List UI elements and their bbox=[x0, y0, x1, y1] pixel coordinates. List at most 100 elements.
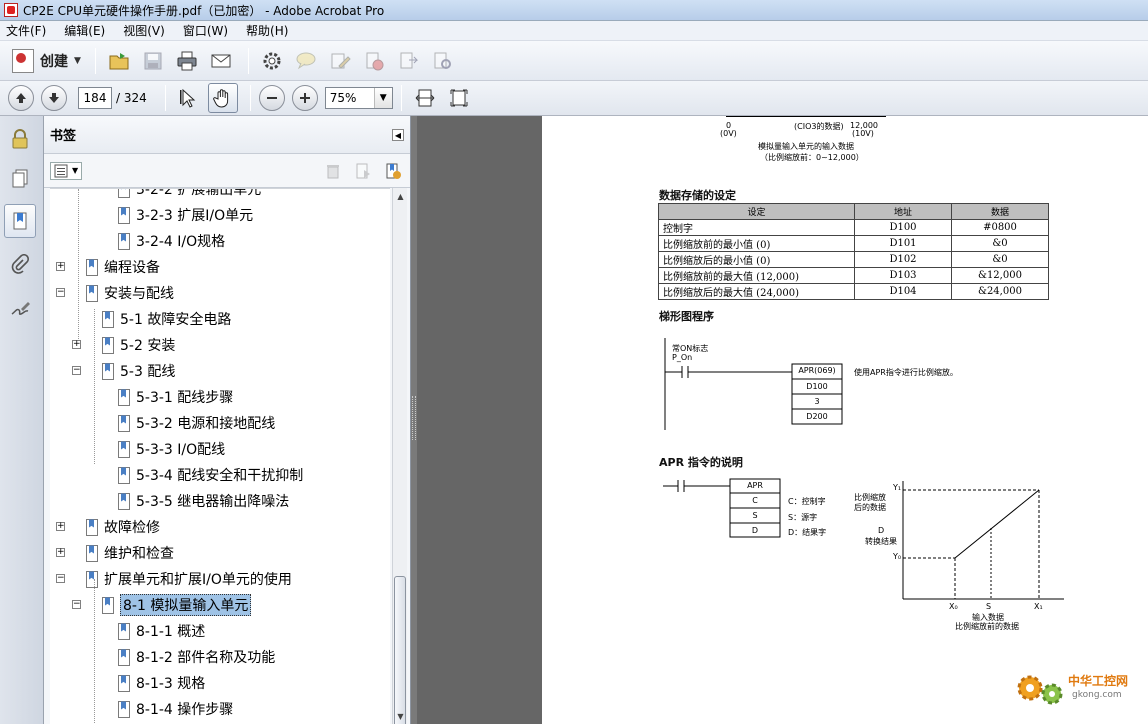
fit-page-button[interactable] bbox=[444, 83, 474, 113]
bookmark-item[interactable]: 5-3-3 I/O配线 bbox=[118, 437, 225, 461]
bookmark-label: 8-1-1 概述 bbox=[136, 624, 206, 640]
bookmark-item[interactable]: +5-2 安装 bbox=[72, 333, 176, 357]
bookmark-icon bbox=[118, 674, 130, 692]
bookmark-item[interactable]: 8-1-4 操作步骤 bbox=[118, 697, 233, 721]
pages-panel-button[interactable] bbox=[4, 162, 36, 196]
comment-button[interactable] bbox=[291, 46, 321, 76]
bookmark-label: 编程设备 bbox=[104, 260, 160, 276]
bookmark-item[interactable]: 3-2-4 I/O规格 bbox=[118, 229, 225, 253]
expand-toggle-icon[interactable]: + bbox=[56, 522, 65, 531]
ladder-op2: 3 bbox=[814, 397, 820, 406]
menu-help[interactable]: 帮助(H) bbox=[244, 21, 290, 40]
save-icon bbox=[144, 52, 162, 69]
chevron-down-icon[interactable]: ▼ bbox=[373, 88, 392, 108]
bookmark-item[interactable]: 5-3-2 电源和接地配线 bbox=[118, 411, 275, 435]
print-button[interactable] bbox=[172, 46, 202, 76]
zoom-out-button[interactable] bbox=[258, 85, 285, 111]
bookmark-item[interactable]: 5-1 故障安全电路 bbox=[102, 307, 231, 331]
hand-tool-button[interactable] bbox=[207, 83, 238, 113]
options-menu-button[interactable]: ▼ bbox=[50, 161, 83, 180]
table-header: 数据 bbox=[951, 203, 1049, 220]
main-toolbar: 创建 ▼ bbox=[0, 41, 1148, 81]
envelope-icon bbox=[211, 54, 231, 67]
open-button[interactable] bbox=[104, 46, 134, 76]
new-bookmark-from-structure-icon[interactable] bbox=[354, 162, 372, 180]
review-document-icon bbox=[434, 52, 451, 69]
bookmark-item[interactable]: 3-2-2 扩展输出单元 bbox=[118, 189, 261, 201]
collapse-panel-button[interactable]: ◀ bbox=[392, 129, 404, 141]
collapse-toggle-icon[interactable]: − bbox=[72, 600, 81, 609]
fit-width-button[interactable] bbox=[410, 83, 440, 113]
expand-toggle-icon[interactable]: + bbox=[56, 548, 65, 557]
collapse-toggle-icon[interactable]: − bbox=[56, 574, 65, 583]
data-storage-table: 设定 地址 数据 控制字 D100 #0800 比例缩放前的最小值 (0) D101 &0… bbox=[658, 203, 1049, 300]
bookmark-item[interactable]: + 维护和检查 bbox=[56, 541, 174, 565]
share-button[interactable] bbox=[393, 46, 423, 76]
review-button[interactable] bbox=[427, 46, 457, 76]
ladder-note: 使用APR指令进行比例缩放。 bbox=[854, 368, 958, 377]
bookmark-item[interactable]: 5-3-5 继电器输出降噪法 bbox=[118, 489, 289, 513]
next-page-button[interactable] bbox=[41, 85, 67, 111]
apr-row-d: D bbox=[751, 526, 759, 535]
bookmark-item[interactable]: 5-3-1 配线步骤 bbox=[118, 385, 233, 409]
menu-edit[interactable]: 编辑(E) bbox=[62, 21, 107, 40]
zoom-in-button[interactable] bbox=[291, 85, 318, 111]
bookmark-label: 5-2 安装 bbox=[120, 338, 176, 354]
document-view[interactable]: 0 (0V) (CIO3的数据) 12,000 (10V) 模拟量输入单元的输入… bbox=[417, 116, 1148, 724]
collapse-toggle-icon[interactable]: − bbox=[56, 288, 65, 297]
secure-button[interactable] bbox=[359, 46, 389, 76]
create-button[interactable]: 创建 ▼ bbox=[6, 46, 87, 76]
select-tool-button[interactable] bbox=[174, 83, 204, 113]
trash-icon[interactable] bbox=[324, 162, 342, 180]
security-panel-button[interactable] bbox=[4, 122, 36, 156]
navigation-toolbar: / 324 ▼ bbox=[0, 81, 1148, 116]
bookmark-item[interactable]: 8-1-2 部件名称及功能 bbox=[118, 645, 275, 669]
zoom-input[interactable] bbox=[325, 88, 374, 108]
create-label: 创建 bbox=[40, 53, 68, 70]
apr-legend-c: C：控制字 bbox=[788, 497, 826, 506]
bookmarks-panel-button[interactable] bbox=[4, 204, 36, 238]
email-button[interactable] bbox=[206, 46, 236, 76]
fit-page-icon bbox=[450, 89, 468, 107]
page-number-input[interactable] bbox=[78, 87, 112, 109]
save-button[interactable] bbox=[138, 46, 168, 76]
bookmark-icon bbox=[118, 440, 130, 458]
menu-file[interactable]: 文件(F) bbox=[4, 21, 48, 40]
previous-page-button[interactable] bbox=[8, 85, 34, 111]
bookmark-item[interactable]: 8-1-1 概述 bbox=[118, 619, 205, 643]
settings-button[interactable] bbox=[257, 46, 287, 76]
bookmark-item[interactable]: − 8-1 模拟量输入单元 bbox=[72, 593, 252, 617]
splitter-grip[interactable] bbox=[412, 396, 416, 440]
bookmark-item[interactable]: 5-3-4 配线安全和干扰抑制 bbox=[118, 463, 303, 487]
bookmark-icon bbox=[13, 212, 27, 230]
expand-toggle-icon[interactable]: + bbox=[56, 262, 65, 271]
menu-window[interactable]: 窗口(W) bbox=[181, 21, 230, 40]
expand-toggle-icon[interactable]: + bbox=[72, 340, 81, 349]
scroll-down-arrow[interactable]: ▼ bbox=[393, 708, 408, 724]
bookmark-item[interactable]: − 5-3 配线 bbox=[72, 359, 175, 383]
collapse-toggle-icon[interactable]: − bbox=[72, 366, 81, 375]
bookmark-item[interactable]: 8-1-3 规格 bbox=[118, 671, 205, 695]
new-bookmark-icon[interactable] bbox=[384, 162, 402, 180]
scroll-up-arrow[interactable]: ▲ bbox=[393, 188, 408, 204]
zoom-select[interactable]: ▼ bbox=[324, 87, 393, 109]
table-cell: 控制字 bbox=[658, 219, 855, 236]
bookmark-tree[interactable]: 3-2-2 扩展输出单元 3-2-3 扩展I/O单元 3-2-4 I/O规格 + 编程设… bbox=[50, 188, 390, 724]
bookmark-item[interactable]: + 编程设备 bbox=[56, 255, 160, 279]
table-cell: D103 bbox=[854, 267, 952, 284]
bookmark-item[interactable]: + 故障检修 bbox=[56, 515, 160, 539]
sign-button[interactable] bbox=[325, 46, 355, 76]
ladder-flag2: P_On bbox=[672, 353, 693, 362]
top-fig-mid: (CIO3的数据) bbox=[794, 122, 844, 131]
menu-view[interactable]: 视图(V) bbox=[121, 21, 167, 40]
bookmark-icon bbox=[86, 258, 98, 276]
scrollbar-thumb[interactable] bbox=[394, 576, 406, 724]
bookmark-item[interactable]: − 扩展单元和扩展I/O单元的使用 bbox=[56, 567, 292, 591]
signatures-panel-button[interactable] bbox=[4, 292, 36, 326]
hand-icon bbox=[212, 89, 228, 108]
bookmark-item[interactable]: − 安装与配线 bbox=[56, 281, 174, 305]
bookmark-label: 扩展单元和扩展I/O单元的使用 bbox=[104, 572, 292, 588]
attachments-panel-button[interactable] bbox=[4, 248, 36, 282]
bookmark-scrollbar[interactable]: ▲ ▼ bbox=[392, 188, 407, 724]
bookmark-item[interactable]: 3-2-3 扩展I/O单元 bbox=[118, 203, 253, 227]
